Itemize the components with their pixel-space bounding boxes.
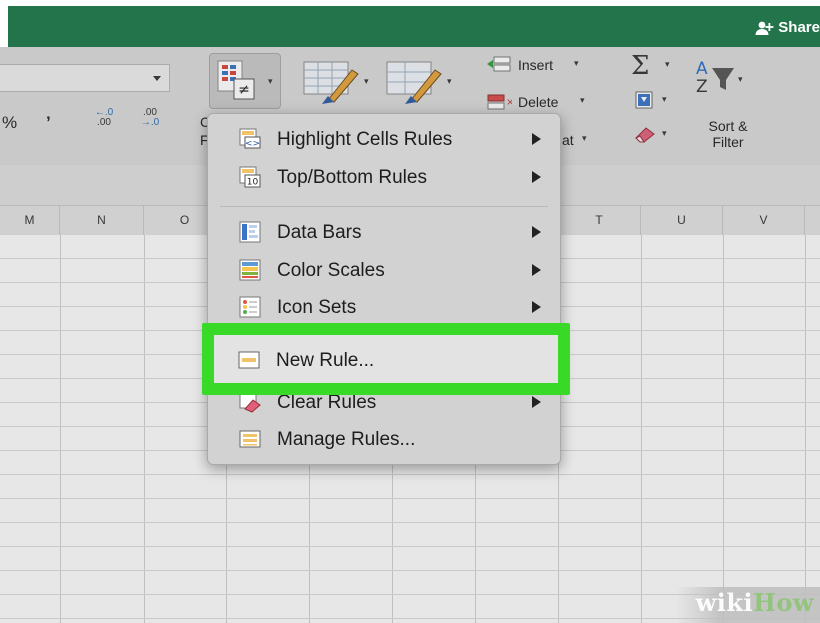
cell-styles-icon: ▾ (386, 61, 452, 104)
fill-button[interactable]: ▾ (634, 90, 667, 115)
chevron-down-icon: ▾ (574, 58, 579, 68)
clear-button[interactable]: ▾ (632, 124, 667, 149)
callout-highlight-box (202, 323, 570, 395)
menu-item-manage-rules[interactable]: Manage Rules... (208, 423, 560, 455)
sort-filter-icon: A Z ▾ (696, 59, 743, 96)
format-as-table-button[interactable]: ▾ (302, 58, 372, 111)
submenu-arrow-icon (532, 301, 541, 313)
share-label: Share (778, 19, 820, 36)
sort-filter-line1: Sort & (708, 118, 748, 134)
conditional-formatting-icon: ≠ (217, 60, 255, 100)
format-as-table-icon: ▾ (303, 61, 369, 104)
chevron-down-icon (153, 76, 161, 81)
sort-filter-button[interactable]: A Z ▾ Sort & Filter (692, 54, 762, 154)
format-cells-label[interactable]: at (562, 132, 574, 148)
grid-line (144, 235, 145, 623)
submenu-arrow-icon (532, 133, 541, 145)
menu-item-label: Top/Bottom Rules (277, 167, 427, 188)
grid-line (0, 570, 820, 571)
menu-item-label: Icon Sets (277, 297, 357, 318)
color-scales-icon (239, 259, 261, 281)
watermark-part1: wiki (695, 588, 754, 617)
menu-item-label: Color Scales (277, 260, 385, 281)
grid-line (723, 235, 724, 623)
submenu-arrow-icon (532, 264, 541, 276)
sigma-icon: Σ (631, 51, 650, 81)
svg-text:▾: ▾ (364, 77, 369, 87)
grid-line (0, 546, 820, 547)
svg-text:10: 10 (247, 178, 259, 188)
icon-sets-icon (239, 296, 261, 318)
cell-styles-button[interactable]: ▾ (385, 58, 455, 111)
conditional-formatting-menu: <> Highlight Cells Rules 10 Top/Bottom R… (207, 113, 561, 465)
number-format-select[interactable] (0, 64, 170, 92)
chevron-down-icon: ▾ (268, 76, 273, 86)
grid-line (0, 522, 820, 523)
column-header[interactable]: T (558, 206, 641, 235)
increase-decimal-button[interactable]: ←.0 .00 (86, 108, 122, 136)
decrease-decimal-button[interactable]: .00 →.0 (132, 108, 168, 136)
watermark-logo: wikiHow (696, 588, 814, 617)
menu-item-label: Highlight Cells Rules (277, 129, 453, 150)
share-button[interactable]: Share (754, 19, 820, 36)
grid-line (805, 235, 806, 623)
eraser-icon (635, 127, 655, 143)
insert-cells-icon (487, 56, 511, 72)
sort-filter-line2: Filter (712, 134, 744, 150)
menu-separator (220, 206, 548, 207)
chevron-down-icon: ▾ (580, 95, 585, 105)
menu-item-label: Clear Rules (277, 392, 377, 413)
submenu-arrow-icon (532, 226, 541, 238)
chevron-down-icon: ▾ (662, 128, 667, 138)
grid-line (60, 235, 61, 623)
grid-line (0, 498, 820, 499)
chevron-down-icon: ▾ (582, 133, 587, 143)
svg-text:▾: ▾ (447, 77, 452, 87)
menu-item-label: Data Bars (277, 222, 362, 243)
svg-text:<>: <> (245, 139, 260, 149)
delete-label: Delete (518, 94, 559, 110)
watermark-part2: How (753, 588, 814, 617)
delete-cells-button[interactable]: × Delete ▾ (486, 91, 586, 113)
submenu-arrow-icon (532, 171, 541, 183)
column-header[interactable]: M (0, 206, 60, 235)
menu-item-icon-sets[interactable]: Icon Sets (208, 291, 560, 323)
column-header[interactable]: U (641, 206, 723, 235)
insert-label: Insert (518, 57, 554, 73)
menu-item-top-bottom-rules[interactable]: 10 Top/Bottom Rules (208, 161, 560, 193)
decrease-decimal-line2: →.0 (140, 117, 160, 128)
top-bottom-icon: 10 (239, 166, 261, 188)
column-header[interactable]: N (60, 206, 144, 235)
svg-text:≠: ≠ (238, 82, 250, 98)
delete-cells-icon: × (487, 94, 512, 110)
chevron-down-icon: ▾ (665, 59, 670, 69)
grid-line (0, 474, 820, 475)
comma-style-button[interactable]: ’ (46, 113, 51, 133)
column-header[interactable]: V (723, 206, 805, 235)
svg-text:×: × (506, 97, 512, 108)
grid-line (641, 235, 642, 623)
svg-text:Z: Z (696, 77, 708, 96)
title-bar: Share (8, 6, 820, 47)
menu-item-label: Manage Rules... (277, 429, 416, 450)
percent-style-button[interactable]: % (2, 113, 17, 133)
add-person-icon (755, 21, 774, 35)
menu-item-highlight-cells-rules[interactable]: <> Highlight Cells Rules (208, 123, 560, 155)
menu-item-color-scales[interactable]: Color Scales (208, 254, 560, 286)
conditional-formatting-button[interactable]: ≠ ▾ (209, 53, 281, 109)
fill-down-icon (635, 91, 653, 109)
svg-text:▾: ▾ (738, 75, 743, 85)
manage-rules-icon (239, 430, 261, 448)
insert-cells-button[interactable]: Insert ▾ (486, 55, 586, 77)
autosum-button[interactable]: Σ ▾ (631, 51, 670, 81)
chevron-down-icon: ▾ (662, 94, 667, 104)
svg-text:A: A (696, 59, 708, 79)
data-bars-icon (239, 221, 261, 243)
submenu-arrow-icon (532, 396, 541, 408)
increase-decimal-line2: .00 (97, 117, 111, 128)
highlight-cells-icon: <> (239, 128, 261, 149)
menu-item-data-bars[interactable]: Data Bars (208, 216, 560, 248)
